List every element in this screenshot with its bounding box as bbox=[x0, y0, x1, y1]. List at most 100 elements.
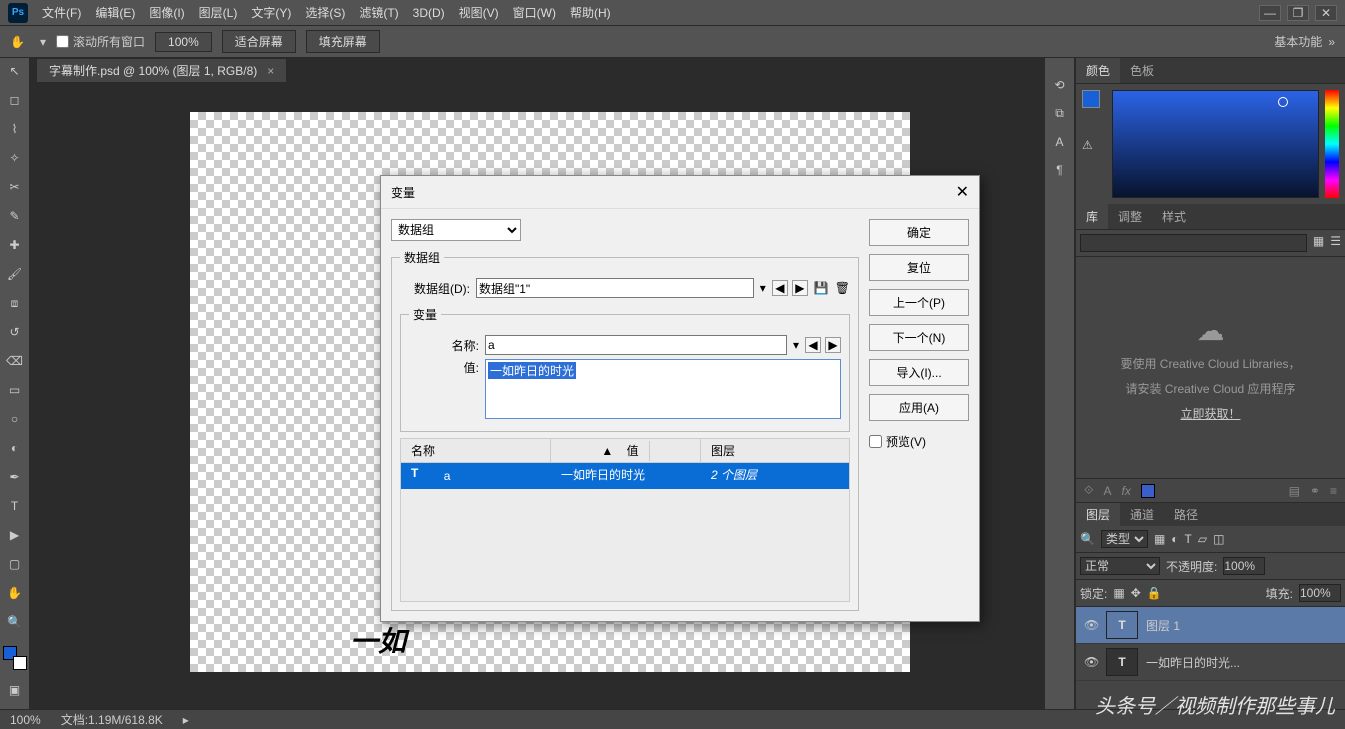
history-brush-tool[interactable]: ↺ bbox=[4, 323, 26, 341]
shape-tool[interactable]: ▢ bbox=[4, 555, 26, 573]
marquee-tool[interactable]: ◻ bbox=[4, 91, 26, 109]
next-button[interactable]: 下一个(N) bbox=[869, 324, 969, 351]
fx-swatch[interactable] bbox=[1141, 484, 1155, 498]
value-textarea[interactable]: 一如昨日的时光 bbox=[485, 359, 841, 419]
menu-window[interactable]: 窗口(W) bbox=[513, 4, 556, 21]
var-next-icon[interactable]: ▶ bbox=[825, 337, 841, 353]
mode-select[interactable]: 数据组 bbox=[391, 219, 521, 241]
menu-3d[interactable]: 3D(D) bbox=[413, 6, 445, 20]
document-tab[interactable]: 字幕制作.psd @ 100% (图层 1, RGB/8)× bbox=[36, 58, 287, 83]
lock-pos-icon[interactable]: ✥ bbox=[1131, 586, 1141, 600]
dataset-input[interactable] bbox=[476, 278, 754, 298]
lock-all-icon[interactable]: 🔒 bbox=[1147, 586, 1162, 600]
filter-type-icon[interactable]: T bbox=[1185, 532, 1192, 546]
eye-icon[interactable]: 👁 bbox=[1084, 655, 1098, 669]
move-tool[interactable]: ↖ bbox=[4, 62, 26, 80]
name-select[interactable] bbox=[485, 335, 787, 355]
menu-edit[interactable]: 编辑(E) bbox=[95, 4, 135, 21]
filter-kind-select[interactable]: 类型 bbox=[1101, 530, 1148, 548]
filter-kind-icon[interactable]: 🔍 bbox=[1080, 532, 1095, 546]
filter-shape-icon[interactable]: ▱ bbox=[1198, 532, 1207, 546]
menu-type[interactable]: 文字(Y) bbox=[251, 4, 291, 21]
blur-tool[interactable]: ○ bbox=[4, 410, 26, 428]
import-button[interactable]: 导入(I)... bbox=[869, 359, 969, 386]
pen-tool[interactable]: ✒ bbox=[4, 468, 26, 486]
crop-tool[interactable]: ✂ bbox=[4, 178, 26, 196]
reset-button[interactable]: 复位 bbox=[869, 254, 969, 281]
list-view-icon[interactable]: ☰ bbox=[1330, 234, 1341, 252]
tab-swatches[interactable]: 色板 bbox=[1120, 58, 1164, 83]
foreground-swatch[interactable] bbox=[1082, 90, 1100, 108]
link-icon[interactable]: ⚭ bbox=[1310, 484, 1320, 498]
tab-adjust[interactable]: 调整 bbox=[1108, 204, 1152, 229]
prev-button[interactable]: 上一个(P) bbox=[869, 289, 969, 316]
scroll-all-checkbox[interactable]: 滚动所有窗口 bbox=[56, 33, 145, 50]
dataset-dropdown-icon[interactable]: ▾ bbox=[760, 281, 766, 295]
layer-row[interactable]: 👁 T 图层 1 bbox=[1076, 607, 1345, 644]
tab-color[interactable]: 颜色 bbox=[1076, 58, 1120, 83]
lasso-tool[interactable]: ⌇ bbox=[4, 120, 26, 138]
wand-tool[interactable]: ✧ bbox=[4, 149, 26, 167]
menu-view[interactable]: 视图(V) bbox=[459, 4, 499, 21]
addstyle-icon[interactable]: ⟐ bbox=[1084, 483, 1093, 498]
quickmask-tool[interactable]: ▣ bbox=[4, 681, 26, 699]
color-swatches[interactable] bbox=[3, 646, 27, 670]
dataset-trash-icon[interactable]: 🗑 bbox=[835, 281, 850, 295]
dodge-tool[interactable]: ◐ bbox=[4, 439, 26, 457]
tool-preset-dropdown[interactable]: ▾ bbox=[40, 35, 46, 49]
history-icon[interactable]: ⟲ bbox=[1054, 78, 1064, 92]
filter-smart-icon[interactable]: ◫ bbox=[1213, 532, 1224, 546]
apply-button[interactable]: 应用(A) bbox=[869, 394, 969, 421]
grid-view-icon[interactable]: ▦ bbox=[1313, 234, 1324, 252]
eye-icon[interactable]: 👁 bbox=[1084, 618, 1098, 632]
zoom-readout[interactable]: 100% bbox=[10, 713, 41, 727]
path-select-tool[interactable]: ▶ bbox=[4, 526, 26, 544]
workspace-label[interactable]: 基本功能 bbox=[1274, 33, 1322, 50]
menu-select[interactable]: 选择(S) bbox=[305, 4, 345, 21]
hand-tool[interactable]: ✋ bbox=[4, 584, 26, 602]
eyedrop-tool[interactable]: ✎ bbox=[4, 207, 26, 225]
var-prev-icon[interactable]: ◀ bbox=[805, 337, 821, 353]
zoom-level-button[interactable]: 100% bbox=[155, 32, 212, 52]
maximize-button[interactable]: ❐ bbox=[1287, 5, 1309, 21]
var-table-body[interactable]: T a 一如昨日的时光 2 个图层 bbox=[400, 462, 850, 602]
dataset-prev-icon[interactable]: ◀ bbox=[772, 280, 788, 296]
gradient-tool[interactable]: ▭ bbox=[4, 381, 26, 399]
align-icon[interactable]: ▤ bbox=[1289, 484, 1300, 498]
menu-icon[interactable]: ≡ bbox=[1330, 484, 1337, 498]
ok-button[interactable]: 确定 bbox=[869, 219, 969, 246]
tab-close-icon[interactable]: × bbox=[267, 64, 274, 78]
type-tool[interactable]: T bbox=[4, 497, 26, 515]
filter-adjust-icon[interactable]: ◐ bbox=[1171, 532, 1178, 546]
fit-screen-button[interactable]: 适合屏幕 bbox=[222, 30, 296, 53]
doc-info[interactable]: 文档:1.19M/618.8K bbox=[61, 711, 163, 728]
dataset-next-icon[interactable]: ▶ bbox=[792, 280, 808, 296]
menu-filter[interactable]: 滤镜(T) bbox=[359, 4, 398, 21]
dataset-save-icon[interactable]: 💾 bbox=[814, 281, 829, 295]
tab-channels[interactable]: 通道 bbox=[1120, 503, 1164, 526]
filter-pixel-icon[interactable]: ▦ bbox=[1154, 532, 1165, 546]
tab-paths[interactable]: 路径 bbox=[1164, 503, 1208, 526]
table-row[interactable]: T a 一如昨日的时光 2 个图层 bbox=[401, 463, 849, 489]
brush-tool[interactable]: 🖌 bbox=[4, 265, 26, 283]
fill-screen-button[interactable]: 填充屏幕 bbox=[306, 30, 380, 53]
menu-help[interactable]: 帮助(H) bbox=[570, 4, 611, 21]
dialog-close-icon[interactable]: ✕ bbox=[956, 182, 969, 202]
minimize-button[interactable]: — bbox=[1259, 5, 1281, 21]
zoom-tool[interactable]: 🔍 bbox=[4, 613, 26, 631]
menu-image[interactable]: 图像(I) bbox=[149, 4, 184, 21]
properties-icon[interactable]: ⧉ bbox=[1055, 106, 1064, 121]
heal-tool[interactable]: ✚ bbox=[4, 236, 26, 254]
menu-file[interactable]: 文件(F) bbox=[42, 4, 81, 21]
workspace-menu-icon[interactable]: » bbox=[1328, 35, 1335, 49]
blend-mode-select[interactable]: 正常 bbox=[1080, 557, 1160, 575]
character-icon[interactable]: A bbox=[1055, 135, 1063, 149]
tab-libraries[interactable]: 库 bbox=[1076, 204, 1108, 229]
eraser-tool[interactable]: ⌫ bbox=[4, 352, 26, 370]
preview-checkbox[interactable]: 预览(V) bbox=[869, 433, 969, 450]
layer-row[interactable]: 👁 T 一如昨日的时光... bbox=[1076, 644, 1345, 681]
tab-styles[interactable]: 样式 bbox=[1152, 204, 1196, 229]
opacity-input[interactable] bbox=[1223, 557, 1265, 575]
color-field[interactable] bbox=[1112, 90, 1319, 198]
close-button[interactable]: ✕ bbox=[1315, 5, 1337, 21]
